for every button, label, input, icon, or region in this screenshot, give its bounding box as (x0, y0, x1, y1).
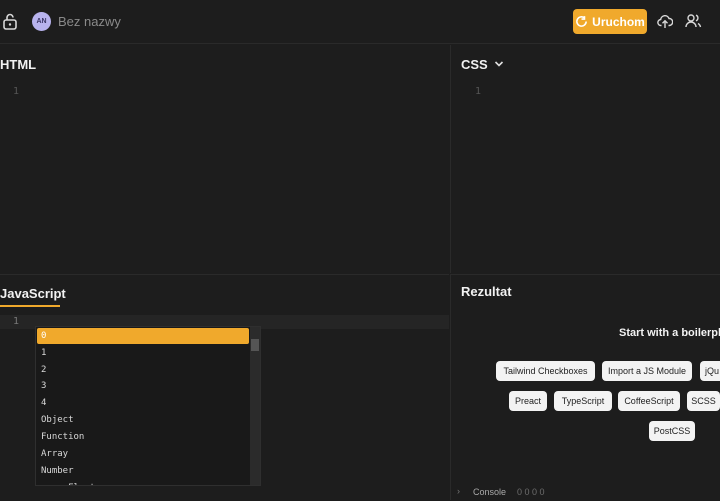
result-pane-title: Rezultat (461, 284, 512, 299)
css-pane-title[interactable]: CSS (461, 57, 488, 72)
autocomplete-item[interactable]: Function (37, 429, 249, 445)
boilerplate-chip[interactable]: SCSS (687, 391, 720, 411)
chevron-right-icon[interactable]: › (457, 486, 460, 496)
project-name[interactable]: Bez nazwy (58, 14, 121, 29)
active-tab-indicator (0, 305, 60, 307)
boilerplate-chip[interactable]: Import a JS Module (602, 361, 692, 381)
line-number: 1 (13, 316, 20, 327)
avatar[interactable]: AN (32, 12, 51, 31)
html-pane-title[interactable]: HTML (0, 57, 36, 72)
lock-icon[interactable] (2, 13, 18, 30)
boilerplate-chip[interactable]: Preact (509, 391, 547, 411)
autocomplete-item[interactable]: 4 (37, 395, 249, 411)
chevron-down-icon[interactable] (494, 60, 504, 68)
top-bar: AN Bez nazwy Uruchom (0, 0, 720, 44)
run-button-label: Uruchom (592, 14, 645, 29)
autocomplete-item[interactable]: 2 (37, 362, 249, 378)
autocomplete-item[interactable]: Object (37, 412, 249, 428)
autocomplete-scrollbar[interactable] (250, 327, 260, 485)
boilerplate-chip[interactable]: PostCSS (649, 421, 695, 441)
autocomplete-item[interactable]: Array (37, 446, 249, 462)
console-counts: 0 0 0 0 (517, 487, 545, 497)
line-number: 1 (13, 86, 20, 97)
boilerplate-chip[interactable]: TypeScript (554, 391, 612, 411)
line-number: 1 (475, 86, 482, 97)
upload-cloud-icon[interactable] (657, 13, 673, 29)
boilerplate-chip[interactable]: Tailwind Checkboxes (496, 361, 595, 381)
result-pane: Rezultat Start with a boilerplat Tailwin… (450, 274, 720, 501)
autocomplete-dropdown[interactable]: 0 1 2 3 4 Object Function Array Number p… (35, 326, 261, 486)
css-editor-pane[interactable]: CSS 1 (450, 45, 720, 273)
boilerplate-chip[interactable]: jQu (700, 361, 720, 381)
console-bar[interactable]: › Console 0 0 0 0 (451, 481, 720, 501)
boilerplate-heading: Start with a boilerplat (619, 327, 720, 339)
autocomplete-item[interactable]: Number (37, 463, 249, 479)
html-editor-pane[interactable]: HTML 1 (0, 45, 449, 273)
autocomplete-item[interactable]: 1 (37, 345, 249, 361)
boilerplate-chip[interactable]: CoffeeScript (618, 391, 680, 411)
scrollbar-thumb[interactable] (251, 339, 259, 351)
refresh-icon (576, 16, 588, 27)
autocomplete-item[interactable]: 0 (37, 328, 249, 344)
autocomplete-item[interactable]: parseFloat (37, 480, 249, 485)
autocomplete-item[interactable]: 3 (37, 378, 249, 394)
js-pane-title[interactable]: JavaScript (0, 286, 66, 301)
run-button[interactable]: Uruchom (573, 9, 647, 34)
console-label[interactable]: Console (473, 487, 506, 497)
users-icon[interactable] (685, 13, 702, 29)
